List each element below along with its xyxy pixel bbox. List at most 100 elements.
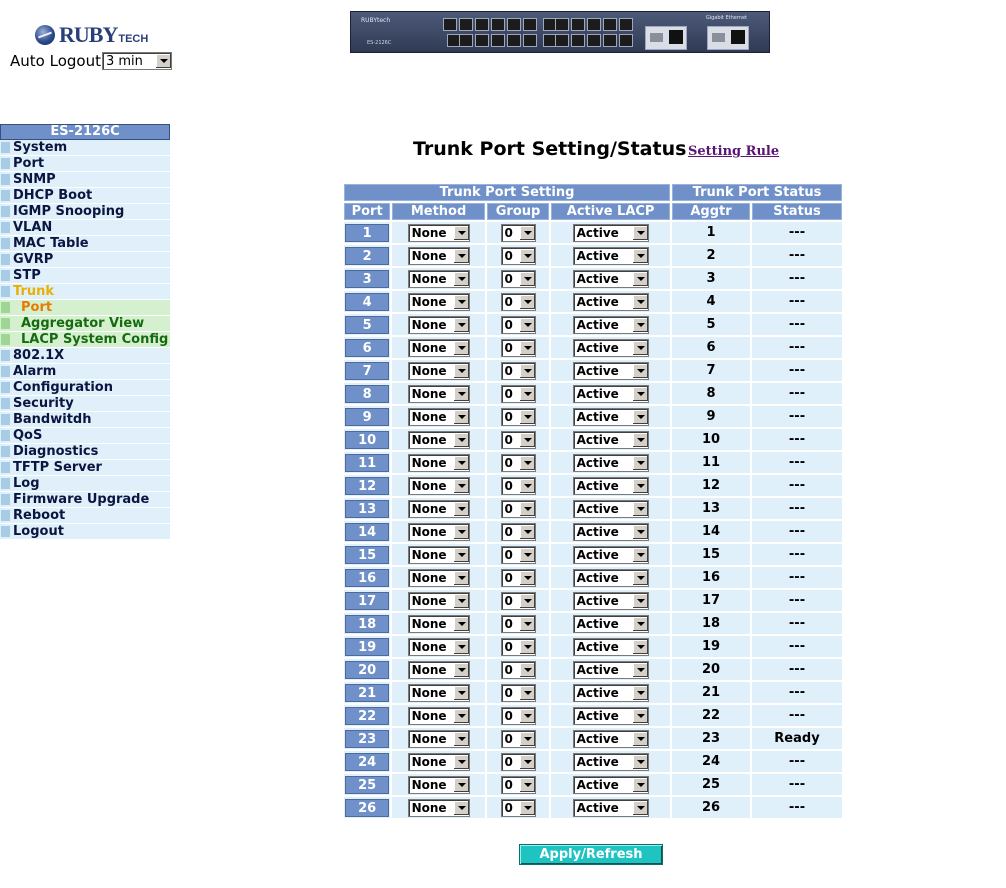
- group-select[interactable]: 0: [500, 361, 536, 380]
- sidebar-item-igmp-snooping[interactable]: IGMP Snooping: [0, 204, 170, 220]
- group-select[interactable]: 0: [500, 384, 536, 403]
- method-select[interactable]: None: [407, 361, 470, 380]
- sidebar-item-alarm[interactable]: Alarm: [0, 364, 170, 380]
- sidebar-item-security[interactable]: Security: [0, 396, 170, 412]
- group-select[interactable]: 0: [500, 729, 536, 748]
- method-select[interactable]: None: [407, 453, 470, 472]
- active-lacp-select[interactable]: Active: [572, 637, 649, 656]
- sidebar-item-802-1x[interactable]: 802.1X: [0, 348, 170, 364]
- active-lacp-select[interactable]: Active: [572, 292, 649, 311]
- group-select[interactable]: 0: [500, 338, 536, 357]
- active-lacp-select[interactable]: Active: [572, 591, 649, 610]
- group-select[interactable]: 0: [500, 246, 536, 265]
- active-lacp-select[interactable]: Active: [572, 522, 649, 541]
- sidebar-item-vlan[interactable]: VLAN: [0, 220, 170, 236]
- group-select[interactable]: 0: [500, 683, 536, 702]
- sidebar-item-gvrp[interactable]: GVRP: [0, 252, 170, 268]
- sidebar-item-dhcp-boot[interactable]: DHCP Boot: [0, 188, 170, 204]
- sidebar-item-configuration[interactable]: Configuration: [0, 380, 170, 396]
- method-select[interactable]: None: [407, 430, 470, 449]
- active-lacp-select[interactable]: Active: [572, 614, 649, 633]
- active-lacp-select[interactable]: Active: [572, 729, 649, 748]
- method-select[interactable]: None: [407, 775, 470, 794]
- active-lacp-select[interactable]: Active: [572, 568, 649, 587]
- sidebar-item-trunk[interactable]: Trunk: [0, 284, 170, 300]
- method-select[interactable]: None: [407, 660, 470, 679]
- active-lacp-select[interactable]: Active: [572, 499, 649, 518]
- sidebar-item-tftp-server[interactable]: TFTP Server: [0, 460, 170, 476]
- apply-refresh-button[interactable]: Apply/Refresh: [519, 844, 663, 865]
- group-select[interactable]: 0: [500, 223, 536, 242]
- method-select[interactable]: None: [407, 614, 470, 633]
- group-select[interactable]: 0: [500, 568, 536, 587]
- group-select[interactable]: 0: [500, 798, 536, 817]
- sidebar-item-system[interactable]: System: [0, 140, 170, 156]
- active-lacp-select[interactable]: Active: [572, 315, 649, 334]
- method-select[interactable]: None: [407, 522, 470, 541]
- method-select[interactable]: None: [407, 752, 470, 771]
- active-lacp-select[interactable]: Active: [572, 683, 649, 702]
- sidebar-item-mac-table[interactable]: MAC Table: [0, 236, 170, 252]
- sidebar-item-port[interactable]: Port: [0, 156, 170, 172]
- group-select[interactable]: 0: [500, 522, 536, 541]
- group-select[interactable]: 0: [500, 591, 536, 610]
- sidebar-item-diagnostics[interactable]: Diagnostics: [0, 444, 170, 460]
- method-select[interactable]: None: [407, 683, 470, 702]
- sidebar-item-bandwitdh[interactable]: Bandwitdh: [0, 412, 170, 428]
- group-select[interactable]: 0: [500, 453, 536, 472]
- group-select[interactable]: 0: [500, 614, 536, 633]
- method-select[interactable]: None: [407, 338, 470, 357]
- group-select[interactable]: 0: [500, 775, 536, 794]
- method-select[interactable]: None: [407, 246, 470, 265]
- group-select[interactable]: 0: [500, 407, 536, 426]
- sidebar-item-qos[interactable]: QoS: [0, 428, 170, 444]
- active-lacp-select[interactable]: Active: [572, 269, 649, 288]
- active-lacp-select[interactable]: Active: [572, 453, 649, 472]
- active-lacp-select[interactable]: Active: [572, 775, 649, 794]
- active-lacp-select[interactable]: Active: [572, 660, 649, 679]
- group-select[interactable]: 0: [500, 545, 536, 564]
- auto-logout-select[interactable]: 3 min: [101, 52, 172, 70]
- active-lacp-select[interactable]: Active: [572, 338, 649, 357]
- method-select[interactable]: None: [407, 223, 470, 242]
- method-select[interactable]: None: [407, 706, 470, 725]
- group-select[interactable]: 0: [500, 476, 536, 495]
- method-select[interactable]: None: [407, 798, 470, 817]
- group-select[interactable]: 0: [500, 660, 536, 679]
- sidebar-subitem-port[interactable]: Port: [0, 300, 170, 316]
- active-lacp-select[interactable]: Active: [572, 361, 649, 380]
- method-select[interactable]: None: [407, 499, 470, 518]
- method-select[interactable]: None: [407, 545, 470, 564]
- method-select[interactable]: None: [407, 269, 470, 288]
- sidebar-item-log[interactable]: Log: [0, 476, 170, 492]
- group-select[interactable]: 0: [500, 292, 536, 311]
- method-select[interactable]: None: [407, 637, 470, 656]
- active-lacp-select[interactable]: Active: [572, 706, 649, 725]
- method-select[interactable]: None: [407, 315, 470, 334]
- sidebar-item-logout[interactable]: Logout: [0, 524, 170, 540]
- active-lacp-select[interactable]: Active: [572, 384, 649, 403]
- sidebar-item-firmware-upgrade[interactable]: Firmware Upgrade: [0, 492, 170, 508]
- group-select[interactable]: 0: [500, 706, 536, 725]
- method-select[interactable]: None: [407, 384, 470, 403]
- active-lacp-select[interactable]: Active: [572, 430, 649, 449]
- sidebar-subitem-lacp-system-config[interactable]: LACP System Config: [0, 332, 170, 348]
- method-select[interactable]: None: [407, 729, 470, 748]
- group-select[interactable]: 0: [500, 637, 536, 656]
- active-lacp-select[interactable]: Active: [572, 752, 649, 771]
- group-select[interactable]: 0: [500, 315, 536, 334]
- group-select[interactable]: 0: [500, 752, 536, 771]
- setting-rule-link[interactable]: Setting Rule: [688, 144, 779, 159]
- active-lacp-select[interactable]: Active: [572, 246, 649, 265]
- method-select[interactable]: None: [407, 292, 470, 311]
- method-select[interactable]: None: [407, 591, 470, 610]
- group-select[interactable]: 0: [500, 430, 536, 449]
- active-lacp-select[interactable]: Active: [572, 223, 649, 242]
- method-select[interactable]: None: [407, 568, 470, 587]
- active-lacp-select[interactable]: Active: [572, 798, 649, 817]
- active-lacp-select[interactable]: Active: [572, 545, 649, 564]
- sidebar-subitem-aggregator-view[interactable]: Aggregator View: [0, 316, 170, 332]
- group-select[interactable]: 0: [500, 499, 536, 518]
- method-select[interactable]: None: [407, 476, 470, 495]
- method-select[interactable]: None: [407, 407, 470, 426]
